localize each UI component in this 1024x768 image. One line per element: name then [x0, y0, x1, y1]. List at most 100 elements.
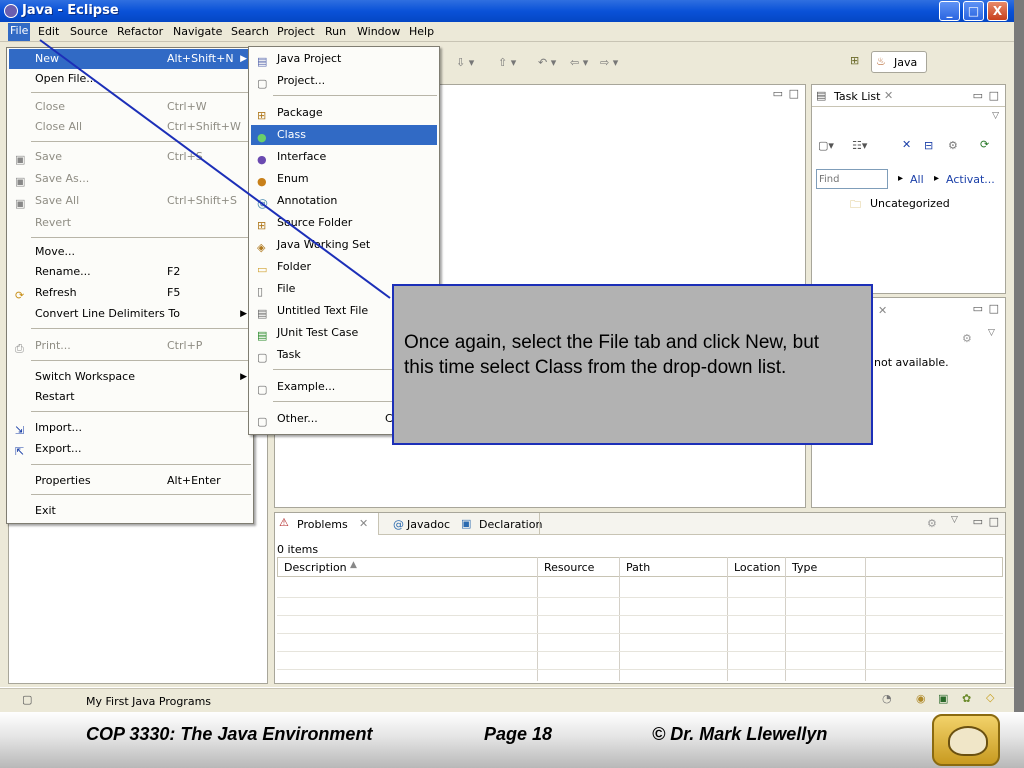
- new-folder[interactable]: ▭ Folder: [251, 257, 437, 277]
- tab-problems[interactable]: ⚠ Problems ✕: [275, 513, 379, 535]
- close-button[interactable]: X: [987, 1, 1008, 21]
- new-java-project[interactable]: ▤ Java Project: [251, 49, 437, 69]
- synchronize-icon[interactable]: ⚙: [948, 139, 958, 152]
- new-task-icon[interactable]: ▢▾: [818, 139, 834, 152]
- close-tab-icon[interactable]: ✕: [878, 304, 887, 317]
- file-menu-restart[interactable]: Restart: [9, 387, 251, 407]
- tab-declaration[interactable]: Declaration: [479, 518, 542, 531]
- column-resource[interactable]: Resource: [544, 561, 594, 574]
- prev-annotation-icon[interactable]: ⇧ ▾: [498, 56, 516, 69]
- status-icon[interactable]: ◇: [986, 691, 994, 704]
- minimize-button[interactable]: _: [939, 1, 960, 21]
- file-menu-switch-workspace[interactable]: Switch Workspace ▶: [9, 367, 251, 387]
- new-interface[interactable]: ● Interface: [251, 147, 437, 167]
- tools-icon[interactable]: ⚙: [927, 517, 937, 530]
- new-java-working-set[interactable]: ◈ Java Working Set: [251, 235, 437, 255]
- open-perspective-icon[interactable]: ⊞: [850, 54, 859, 67]
- close-tab-icon[interactable]: ✕: [359, 517, 368, 530]
- file-menu: New Alt+Shift+N ▶ Open File... Close Ctr…: [6, 47, 254, 524]
- file-menu-refresh[interactable]: ⟳ Refresh F5: [9, 283, 251, 303]
- file-menu-save-all[interactable]: ▣ Save All Ctrl+Shift+S: [9, 191, 251, 211]
- menu-separator: [31, 92, 251, 93]
- column-description[interactable]: Description: [284, 561, 347, 574]
- menu-window[interactable]: Window: [357, 25, 400, 38]
- project-icon: ▢: [257, 77, 268, 90]
- problems-tab-label: Problems: [297, 518, 348, 531]
- maximize-view-icon[interactable]: □: [989, 89, 999, 102]
- menu-run[interactable]: Run: [325, 25, 346, 38]
- minimize-view-icon[interactable]: ▭: [973, 89, 983, 102]
- new-project[interactable]: ▢ Project...: [251, 71, 437, 91]
- footer-author: © Dr. Mark Llewellyn: [652, 724, 828, 744]
- menu-help[interactable]: Help: [409, 25, 434, 38]
- repositories-icon[interactable]: ⟳: [980, 138, 989, 151]
- status-icon[interactable]: ◔: [882, 692, 892, 705]
- column-location[interactable]: Location: [734, 561, 781, 574]
- remove-icon[interactable]: ✕: [902, 138, 911, 151]
- next-annotation-icon[interactable]: ⇩ ▾: [456, 56, 474, 69]
- categorize-icon[interactable]: ☷▾: [852, 139, 867, 152]
- status-icon[interactable]: ✿: [962, 692, 971, 705]
- file-menu-new[interactable]: New Alt+Shift+N ▶: [9, 49, 251, 69]
- view-menu-icon[interactable]: ▽: [988, 328, 995, 338]
- file-menu-close-all[interactable]: Close All Ctrl+Shift+W: [9, 117, 251, 137]
- minimize-view-icon[interactable]: ▭: [773, 87, 783, 100]
- window-titlebar[interactable]: Java - Eclipse _ □ X: [0, 0, 1014, 22]
- file-menu-close[interactable]: Close Ctrl+W: [9, 97, 251, 117]
- maximize-view-icon[interactable]: □: [789, 87, 799, 100]
- menu-refactor[interactable]: Refactor: [117, 25, 163, 38]
- task-category[interactable]: Uncategorized: [870, 197, 950, 210]
- last-edit-icon[interactable]: ↶ ▾: [538, 56, 556, 69]
- outline-tools-icon[interactable]: ⚙: [962, 332, 972, 345]
- file-menu-properties[interactable]: Properties Alt+Enter: [9, 471, 251, 491]
- file-menu-move[interactable]: Move...: [9, 242, 251, 262]
- menu-edit[interactable]: Edit: [38, 25, 59, 38]
- column-type[interactable]: Type: [792, 561, 817, 574]
- file-menu-convert-line-delimiters[interactable]: Convert Line Delimiters To ▶: [9, 304, 251, 324]
- new-enum[interactable]: ● Enum: [251, 169, 437, 189]
- file-menu-save-as[interactable]: ▣ Save As...: [9, 169, 251, 189]
- new-annotation[interactable]: @ Annotation: [251, 191, 437, 211]
- menu-navigate[interactable]: Navigate: [173, 25, 222, 38]
- minimize-view-icon[interactable]: ▭: [973, 515, 983, 528]
- file-menu-save[interactable]: ▣ Save Ctrl+S: [9, 147, 251, 167]
- task-find-input[interactable]: [816, 169, 888, 189]
- new-package[interactable]: ⊞ Package: [251, 103, 437, 123]
- new-source-folder[interactable]: ⊞ Source Folder: [251, 213, 437, 233]
- minimize-view-icon[interactable]: ▭: [973, 302, 983, 315]
- file-menu-rename[interactable]: Rename... F2: [9, 262, 251, 282]
- maximize-button[interactable]: □: [963, 1, 984, 21]
- column-path[interactable]: Path: [626, 561, 650, 574]
- task-list-tab[interactable]: Task List: [834, 90, 880, 103]
- menu-search[interactable]: Search: [231, 25, 269, 38]
- file-menu-import[interactable]: ⇲ Import...: [9, 418, 251, 438]
- status-icon[interactable]: ▣: [938, 692, 948, 705]
- file-menu-exit[interactable]: Exit: [9, 501, 251, 521]
- filter-all-link[interactable]: All: [910, 173, 924, 186]
- perspective-java-button[interactable]: ♨ Java: [871, 51, 927, 73]
- close-tab-icon[interactable]: ✕: [884, 89, 893, 102]
- file-menu-open-file[interactable]: Open File...: [9, 69, 251, 89]
- menu-file[interactable]: File: [8, 23, 31, 41]
- back-icon[interactable]: ⇦ ▾: [570, 56, 588, 69]
- filter-activate-link[interactable]: Activat...: [946, 173, 995, 186]
- file-menu-export[interactable]: ⇱ Export...: [9, 439, 251, 459]
- menu-project[interactable]: Project: [277, 25, 315, 38]
- file-menu-print[interactable]: ⎙ Print... Ctrl+P: [9, 336, 251, 356]
- new-class[interactable]: ● Class: [251, 125, 437, 145]
- filter-activate-arrow-icon: ▸: [934, 173, 940, 184]
- file-menu-revert[interactable]: Revert: [9, 213, 251, 233]
- status-icon[interactable]: ◉: [916, 692, 926, 705]
- problems-count: 0 items: [277, 543, 319, 556]
- new-project-icon[interactable]: ▢: [22, 693, 32, 706]
- tab-javadoc[interactable]: Javadoc: [407, 518, 450, 531]
- view-menu-icon[interactable]: ▽: [951, 515, 958, 525]
- maximize-view-icon[interactable]: □: [989, 302, 999, 315]
- status-bar: ▢ My First Java Programs ◔ ◉ ▣ ✿ ◇: [0, 688, 1014, 712]
- view-menu-icon[interactable]: ▽: [992, 111, 999, 121]
- save-as-icon: ▣: [15, 175, 26, 188]
- collapse-all-icon[interactable]: ⊟: [924, 139, 933, 152]
- maximize-view-icon[interactable]: □: [989, 515, 999, 528]
- menu-source[interactable]: Source: [70, 25, 108, 38]
- forward-icon[interactable]: ⇨ ▾: [600, 56, 618, 69]
